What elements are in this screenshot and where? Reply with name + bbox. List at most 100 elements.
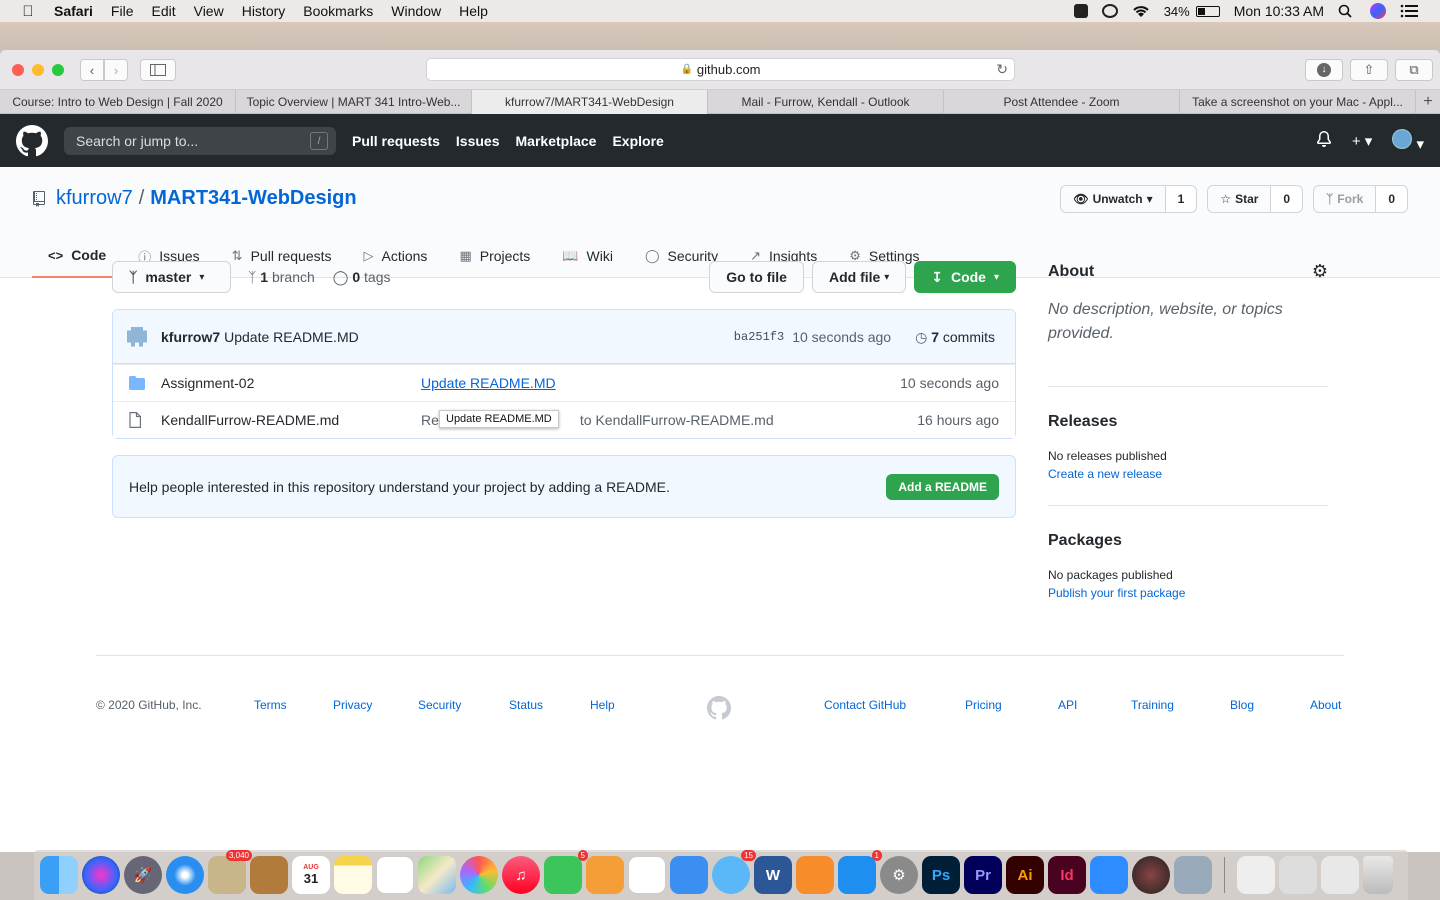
facetime-icon[interactable]: 5 [544, 850, 588, 894]
photoshop-icon[interactable]: Ps [922, 856, 960, 894]
github-search-input[interactable]: Search or jump to... / [64, 127, 336, 155]
finder-icon[interactable] [40, 856, 78, 894]
watch-count[interactable]: 1 [1165, 186, 1197, 212]
footer-link-training[interactable]: Training [1131, 698, 1174, 712]
tab-overview-button[interactable]: ⧉ [1395, 59, 1433, 81]
browser-tab[interactable]: Post Attendee - Zoom [944, 90, 1180, 114]
footer-link-contact[interactable]: Contact GitHub [824, 698, 906, 712]
calendar-icon[interactable]: AUG 31 [292, 856, 330, 894]
github-logo-icon[interactable] [16, 125, 48, 157]
create-new-plus-icon[interactable]: + ▾ [1352, 132, 1372, 150]
footer-link-privacy[interactable]: Privacy [333, 698, 372, 712]
commit-message-link[interactable]: Update README.MD [224, 329, 359, 345]
tags-link[interactable]: ◯ 0 tags [333, 269, 391, 286]
browser-tab-active[interactable]: kfurrow7/MART341-WebDesign [472, 90, 708, 114]
nav-explore[interactable]: Explore [612, 133, 663, 149]
macos-installer-icon[interactable] [1132, 856, 1170, 894]
file-commit-message-link[interactable]: Update README.MD [421, 375, 556, 391]
forward-button[interactable]: › [104, 59, 128, 81]
notes-icon[interactable] [334, 856, 372, 894]
share-button[interactable]: ⇧ [1350, 59, 1388, 81]
user-menu[interactable]: ▾ [1392, 128, 1424, 153]
star-button[interactable]: ☆ Star [1208, 186, 1272, 212]
footer-link-api[interactable]: API [1058, 698, 1077, 712]
browser-tab[interactable]: Mail - Furrow, Kendall - Outlook [708, 90, 944, 114]
footer-link-blog[interactable]: Blog [1230, 698, 1254, 712]
new-tab-button[interactable]: + [1416, 90, 1440, 113]
code-download-button[interactable]: ↧ Code ▾ [914, 261, 1016, 293]
notefile-icon[interactable] [250, 856, 288, 894]
zoom-icon[interactable] [1090, 856, 1128, 894]
menu-edit[interactable]: Edit [151, 3, 175, 19]
nav-issues[interactable]: Issues [456, 133, 500, 149]
siri-icon[interactable] [1370, 3, 1386, 19]
app-store-icon[interactable]: 1 [838, 850, 882, 894]
downloads-stack-icon[interactable] [1237, 856, 1275, 894]
file-name-link[interactable]: Assignment-02 [161, 375, 421, 391]
branch-select-button[interactable]: ᛉ master ▾ [112, 261, 231, 293]
create-release-link[interactable]: Create a new release [1048, 467, 1328, 481]
menu-help[interactable]: Help [459, 3, 488, 19]
siri-icon[interactable] [82, 856, 120, 894]
music-icon[interactable]: ♫ [502, 856, 540, 894]
add-file-button[interactable]: Add file ▾ [811, 261, 907, 293]
keynote-icon[interactable] [670, 856, 708, 894]
sidebar-toggle-button[interactable] [140, 59, 176, 81]
footer-link-status[interactable]: Status [509, 698, 543, 712]
footer-link-security[interactable]: Security [418, 698, 461, 712]
repo-name-link[interactable]: MART341-WebDesign [150, 187, 356, 210]
fork-count[interactable]: 0 [1376, 186, 1407, 212]
browser-tab[interactable]: Topic Overview | MART 341 Intro-Web... [236, 90, 472, 114]
notifications-bell-icon[interactable] [1316, 130, 1332, 151]
commit-author-link[interactable]: kfurrow7 [161, 329, 220, 345]
menu-app-safari[interactable]: Safari [54, 3, 93, 19]
star-count[interactable]: 0 [1271, 186, 1303, 212]
releases-heading[interactable]: Releases [1048, 413, 1328, 431]
indesign-icon[interactable]: Id [1048, 856, 1086, 894]
browser-tab[interactable]: Course: Intro to Web Design | Fall 2020 [0, 90, 236, 114]
publish-package-link[interactable]: Publish your first package [1048, 586, 1328, 600]
back-button[interactable]: ‹ [80, 59, 104, 81]
menu-file[interactable]: File [111, 3, 134, 19]
launchpad-icon[interactable]: 🚀 [124, 856, 162, 894]
photos-icon[interactable] [460, 856, 498, 894]
system-preferences-icon[interactable]: ⚙ [880, 856, 918, 894]
footer-link-terms[interactable]: Terms [254, 698, 287, 712]
address-bar[interactable]: 🔒 github.com ↻ [426, 58, 1015, 81]
menu-history[interactable]: History [242, 3, 286, 19]
fork-button[interactable]: ᛉ Fork [1314, 186, 1377, 212]
nav-marketplace[interactable]: Marketplace [516, 133, 597, 149]
illustrator-icon[interactable]: Ai [1006, 856, 1044, 894]
fullscreen-window-button[interactable] [52, 64, 64, 76]
add-readme-button[interactable]: Add a README [886, 474, 999, 500]
pages-icon[interactable] [586, 856, 624, 894]
file-name-link[interactable]: KendallFurrow-README.md [161, 412, 421, 428]
minimize-window-button[interactable] [32, 64, 44, 76]
reminders-icon[interactable] [376, 856, 414, 894]
footer-link-help[interactable]: Help [590, 698, 615, 712]
close-window-button[interactable] [12, 64, 24, 76]
apple-menu-icon[interactable]:  [18, 3, 38, 20]
spotlight-search-icon[interactable] [1338, 4, 1356, 18]
gear-icon[interactable]: ⚙ [1312, 261, 1328, 282]
commit-sha-link[interactable]: ba251f3 [734, 330, 784, 344]
wifi-icon[interactable] [1132, 4, 1150, 18]
commits-history-link[interactable]: ◷ 7 commits [915, 329, 995, 346]
messages-icon[interactable]: 15 [712, 850, 756, 894]
downloads-button[interactable]: ↓ [1305, 59, 1343, 81]
unwatch-button[interactable]: 👁 Unwatch ▾ [1061, 186, 1166, 212]
numbers-icon[interactable] [628, 856, 666, 894]
clock[interactable]: Mon 10:33 AM [1234, 3, 1324, 19]
repo-owner-link[interactable]: kfurrow7 [56, 187, 133, 210]
reload-icon[interactable]: ↻ [996, 61, 1008, 78]
footer-link-about[interactable]: About [1310, 698, 1341, 712]
menu-view[interactable]: View [194, 3, 224, 19]
word-icon[interactable]: W [754, 856, 792, 894]
documents-stack-icon[interactable] [1279, 856, 1317, 894]
premiere-icon[interactable]: Pr [964, 856, 1002, 894]
github-mark-icon[interactable] [707, 696, 731, 720]
go-to-file-button[interactable]: Go to file [709, 261, 804, 293]
menu-bookmarks[interactable]: Bookmarks [303, 3, 373, 19]
trash-icon[interactable] [1363, 856, 1393, 894]
browser-tab[interactable]: Take a screenshot on your Mac - Appl... [1180, 90, 1416, 114]
